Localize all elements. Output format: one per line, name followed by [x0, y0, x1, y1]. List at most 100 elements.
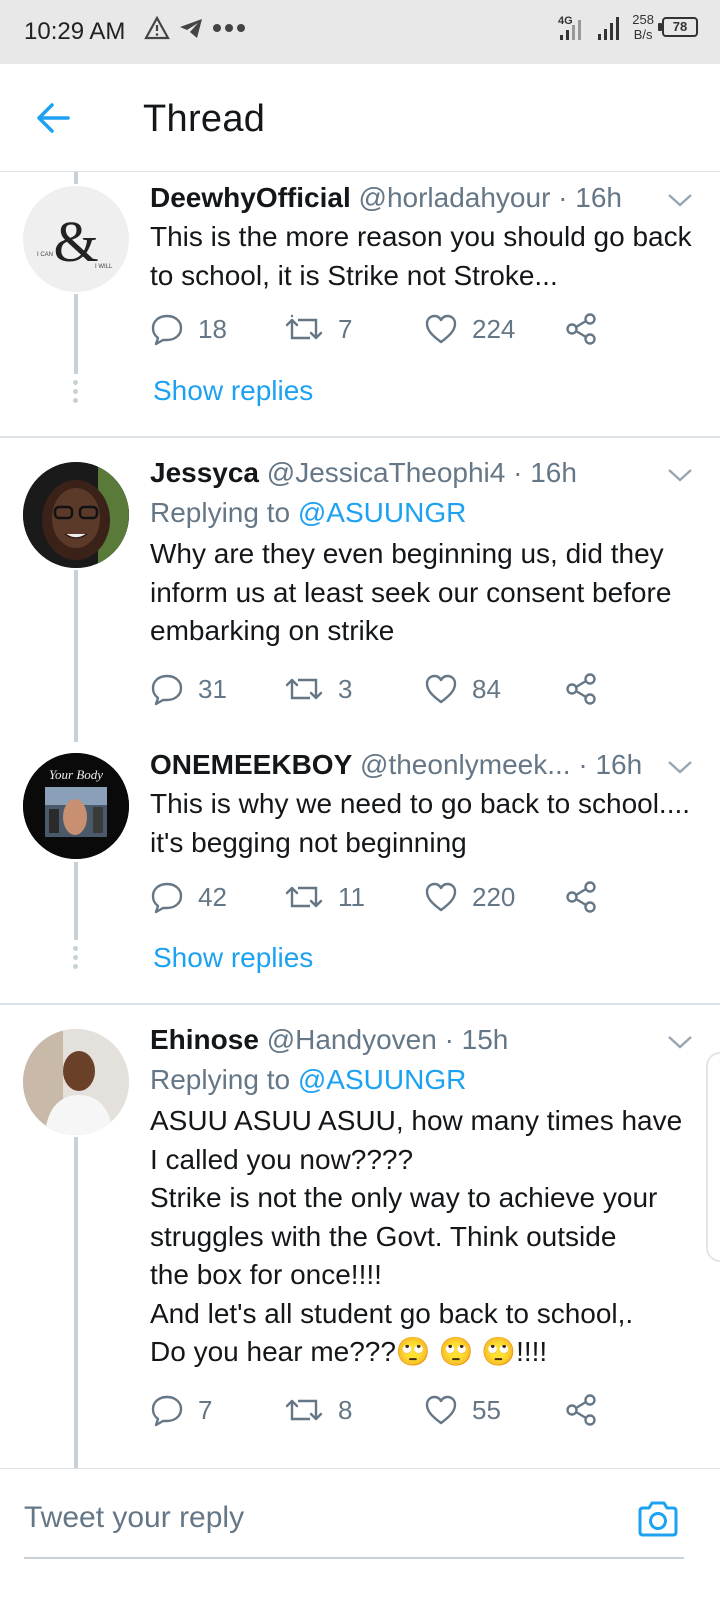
- share-icon: [566, 1394, 596, 1426]
- profile-photo: [23, 1029, 129, 1135]
- heart-icon: [425, 674, 457, 704]
- tweet-header: ONEMEEKBOY @theonlymeek... · 16h: [150, 747, 700, 783]
- signal-4g-icon: 4G: [558, 15, 582, 40]
- share-icon: [566, 881, 596, 913]
- thread-connector: [74, 294, 78, 374]
- share-button[interactable]: [564, 312, 598, 346]
- share-button[interactable]: [564, 672, 598, 706]
- tweet-body[interactable]: DeewhyOfficial @horladahyour · 16h This …: [150, 180, 700, 295]
- mention-link[interactable]: @ASUUNGR: [298, 1064, 466, 1095]
- battery-indicator: 78: [658, 17, 698, 37]
- like-button[interactable]: 55: [424, 1394, 564, 1426]
- retweet-icon: [285, 1399, 323, 1421]
- reply-button[interactable]: 31: [150, 672, 284, 706]
- net-speed: 258 B/s: [632, 12, 654, 42]
- show-replies-link[interactable]: Show replies: [153, 942, 313, 974]
- replying-to: Replying to @ASUUNGR: [150, 1064, 467, 1095]
- app-header: Thread: [0, 64, 720, 172]
- tweet-handle[interactable]: @Handyoven: [267, 1024, 437, 1055]
- retweet-button[interactable]: 7: [284, 312, 424, 346]
- heart-icon: [425, 314, 457, 344]
- reply-icon: [151, 1395, 183, 1427]
- thread-connector: [74, 570, 78, 742]
- reply-bar: Tweet your reply: [0, 1468, 720, 1600]
- tweet-text: Why are they even beginning us, did they…: [150, 538, 672, 646]
- telegram-icon: [180, 19, 202, 38]
- tweet-handle[interactable]: @JessicaTheophi4: [267, 457, 506, 488]
- svg-text:&: &: [53, 209, 98, 274]
- camera-icon[interactable]: [636, 1497, 680, 1541]
- status-bar: 10:29 AM 4G 258 B/s 78: [0, 0, 720, 64]
- tweet-actions: 18 7 224: [150, 312, 598, 346]
- thread-connector: [74, 1137, 78, 1469]
- svg-text:Your Body: Your Body: [49, 767, 103, 782]
- warning-icon: [144, 16, 170, 40]
- avatar[interactable]: Your Body: [23, 753, 129, 859]
- tweet-author-name[interactable]: ONEMEEKBOY: [150, 749, 352, 780]
- chevron-down-icon[interactable]: [666, 1032, 694, 1052]
- signal-bars-icon: [598, 17, 620, 40]
- heart-icon: [425, 1395, 457, 1425]
- tweet-actions: 31 3 84: [150, 672, 598, 706]
- reply-button[interactable]: 42: [150, 880, 284, 914]
- tweet-text: ASUU ASUU ASUU, how many times have I ca…: [150, 1105, 683, 1367]
- chevron-down-icon[interactable]: [666, 190, 694, 210]
- heart-icon: [425, 882, 457, 912]
- like-button[interactable]: 220: [424, 881, 564, 913]
- retweet-icon: [285, 678, 323, 700]
- tweet-actions: 42 11 220: [150, 880, 598, 914]
- tweet-header: Ehinose @Handyoven · 15h: [150, 1022, 700, 1058]
- svg-text:4G: 4G: [558, 15, 573, 27]
- tweet-author-name[interactable]: Jessyca: [150, 457, 259, 488]
- tweet-text: This is the more reason you should go ba…: [150, 221, 692, 291]
- avatar[interactable]: [23, 462, 129, 568]
- reply-button[interactable]: 7: [150, 1393, 284, 1427]
- tweet-text: This is why we need to go back to school…: [150, 788, 691, 858]
- svg-text:I CAN: I CAN: [37, 252, 53, 258]
- share-button[interactable]: [564, 880, 598, 914]
- tweet-body[interactable]: Ehinose @Handyoven · 15h Replying to @AS…: [150, 1022, 700, 1372]
- reply-icon: [151, 674, 183, 706]
- profile-photo: Your Body: [23, 753, 129, 859]
- arrow-left-icon[interactable]: [30, 96, 74, 140]
- like-button[interactable]: 84: [424, 673, 564, 705]
- thread-dots: [73, 380, 79, 407]
- reply-input-underline: [24, 1557, 684, 1559]
- tweet-handle[interactable]: @theonlymeek...: [360, 749, 571, 780]
- thread-connector: [74, 172, 78, 184]
- share-button[interactable]: [564, 1393, 598, 1427]
- avatar[interactable]: & I CAN I WILL: [23, 186, 129, 292]
- tweet-actions: 7 8 55: [150, 1393, 598, 1427]
- thread-dots: [73, 946, 79, 973]
- scroll-handle[interactable]: [706, 1052, 720, 1262]
- svg-text:I WILL: I WILL: [95, 264, 113, 270]
- divider: [0, 1003, 720, 1005]
- reply-button[interactable]: 18: [150, 312, 284, 346]
- retweet-icon: [285, 886, 323, 908]
- share-icon: [566, 673, 596, 705]
- reply-input[interactable]: Tweet your reply: [24, 1501, 244, 1535]
- avatar[interactable]: [23, 1029, 129, 1135]
- reply-icon: [151, 882, 183, 914]
- more-dots-icon: [213, 24, 245, 32]
- reply-icon: [151, 314, 183, 346]
- status-time: 10:29 AM: [24, 18, 126, 45]
- like-button[interactable]: 224: [424, 313, 564, 345]
- retweet-button[interactable]: 11: [284, 880, 424, 914]
- chevron-down-icon[interactable]: [666, 757, 694, 777]
- retweet-button[interactable]: 8: [284, 1393, 424, 1427]
- chevron-down-icon[interactable]: [666, 465, 694, 485]
- tweet-body[interactable]: Jessyca @JessicaTheophi4 · 16h Replying …: [150, 455, 700, 651]
- tweet-header: Jessyca @JessicaTheophi4 · 16h: [150, 455, 700, 491]
- show-replies-link[interactable]: Show replies: [153, 375, 313, 407]
- tweet-author-name[interactable]: DeewhyOfficial: [150, 182, 351, 213]
- thread-connector: [74, 862, 78, 940]
- tweet-author-name[interactable]: Ehinose: [150, 1024, 259, 1055]
- retweet-button[interactable]: 3: [284, 672, 424, 706]
- divider: [0, 436, 720, 438]
- tweet-time: · 16h: [513, 457, 577, 488]
- tweet-body[interactable]: ONEMEEKBOY @theonlymeek... · 16h This is…: [150, 747, 700, 862]
- mention-link[interactable]: @ASUUNGR: [298, 497, 466, 528]
- tweet-header: DeewhyOfficial @horladahyour · 16h: [150, 180, 700, 216]
- tweet-handle[interactable]: @horladahyour: [359, 182, 551, 213]
